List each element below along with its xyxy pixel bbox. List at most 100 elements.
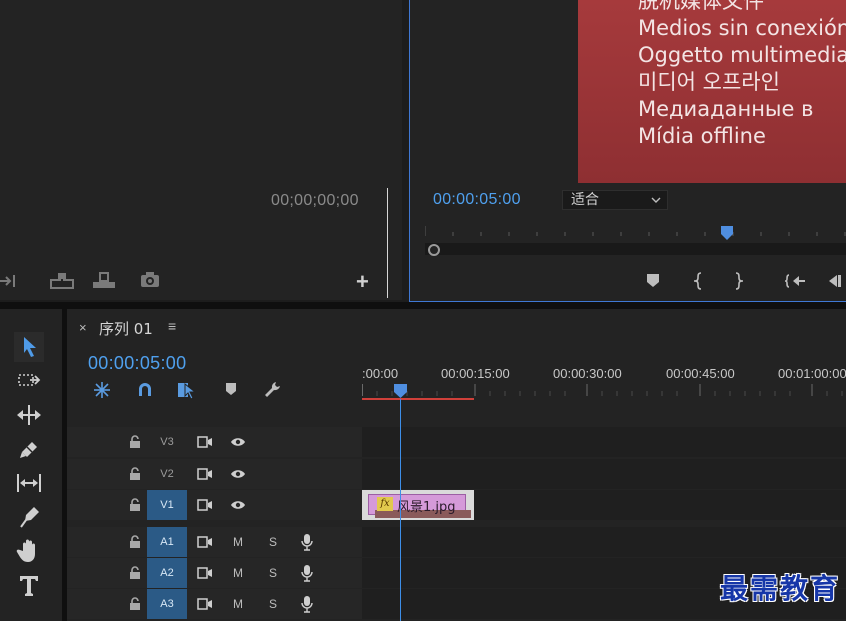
source-playhead-line bbox=[387, 188, 388, 298]
track-header-v1: V1 bbox=[67, 490, 362, 520]
offline-line: Medios sin conexión bbox=[638, 16, 846, 40]
ruler-label: :00:00 bbox=[362, 366, 399, 381]
sync-lock-icon[interactable] bbox=[197, 468, 213, 480]
track-header-v3: V3 bbox=[67, 427, 362, 457]
work-area-bar[interactable] bbox=[362, 398, 474, 400]
lock-icon[interactable] bbox=[129, 498, 141, 512]
mute-button[interactable]: M bbox=[233, 535, 243, 549]
add-marker-icon[interactable] bbox=[224, 380, 238, 398]
track-header-a2: A2 M S bbox=[67, 558, 362, 588]
program-video-frame: 脱机媒体文件 Medios sin conexión Oggetto multi… bbox=[578, 0, 846, 183]
hand-icon[interactable] bbox=[14, 536, 44, 566]
track-lane-a1[interactable] bbox=[362, 527, 846, 557]
solo-button[interactable]: S bbox=[269, 535, 277, 549]
step-back-icon[interactable] bbox=[828, 272, 846, 290]
tab-sequence[interactable]: 序列 01 bbox=[99, 318, 153, 339]
track-label: V3 bbox=[160, 436, 174, 448]
solo-button[interactable]: S bbox=[269, 597, 277, 611]
lock-icon[interactable] bbox=[129, 467, 141, 481]
clip-name: 风景1.jpg bbox=[397, 500, 456, 515]
mute-button[interactable]: M bbox=[233, 597, 243, 611]
timeline-clip[interactable]: fx 风景1.jpg bbox=[362, 490, 474, 520]
go-to-out-icon[interactable] bbox=[0, 271, 18, 291]
mark-out-icon[interactable] bbox=[733, 272, 745, 290]
program-playhead-icon[interactable] bbox=[720, 225, 734, 241]
ruler-label: 00:01:00:00 bbox=[778, 366, 846, 381]
selection-tool-icon[interactable] bbox=[14, 332, 44, 362]
offline-line: Mídia offline bbox=[638, 124, 766, 148]
lock-icon[interactable] bbox=[129, 435, 141, 449]
program-time-ruler[interactable] bbox=[425, 226, 846, 238]
eye-icon[interactable] bbox=[230, 500, 246, 510]
sync-lock-icon[interactable] bbox=[197, 436, 213, 448]
sync-lock-icon[interactable] bbox=[197, 499, 213, 511]
track-label: V2 bbox=[160, 468, 174, 480]
microphone-icon[interactable] bbox=[301, 564, 313, 582]
insert-icon[interactable] bbox=[50, 271, 74, 291]
wrench-settings-icon[interactable] bbox=[262, 380, 282, 400]
watermark-logo: 最需教育 bbox=[719, 572, 840, 605]
clip-body: fx 风景1.jpg bbox=[368, 494, 471, 518]
zoom-fit-value: 适合 bbox=[571, 192, 599, 208]
track-select-icon[interactable] bbox=[14, 367, 44, 397]
track-label: V1 bbox=[160, 499, 174, 511]
sync-lock-icon[interactable] bbox=[197, 536, 213, 548]
chevron-down-icon bbox=[651, 196, 661, 204]
microphone-icon[interactable] bbox=[301, 595, 313, 613]
close-icon[interactable]: × bbox=[79, 320, 87, 335]
solo-button[interactable]: S bbox=[269, 566, 277, 580]
eye-icon[interactable] bbox=[230, 469, 246, 479]
source-timecode[interactable]: 00;00;00;00 bbox=[271, 192, 359, 210]
nest-sequence-icon[interactable] bbox=[92, 380, 112, 400]
sync-lock-icon[interactable] bbox=[197, 598, 213, 610]
track-label: A3 bbox=[160, 598, 174, 610]
program-timecode[interactable]: 00:00:05:00 bbox=[433, 191, 521, 209]
playhead-icon[interactable] bbox=[393, 383, 408, 399]
track-label: A1 bbox=[160, 536, 174, 548]
offline-line: Oggetto multimediale bbox=[638, 43, 846, 67]
export-frame-icon[interactable] bbox=[140, 271, 160, 289]
overwrite-icon[interactable] bbox=[92, 271, 116, 291]
playhead-line[interactable] bbox=[400, 399, 401, 621]
track-lane-v2[interactable] bbox=[362, 459, 846, 489]
sequence-timecode[interactable]: 00:00:05:00 bbox=[88, 353, 186, 374]
add-marker-icon[interactable] bbox=[646, 272, 660, 288]
add-button[interactable]: + bbox=[356, 271, 369, 293]
ruler-label: 00:00:30:00 bbox=[553, 366, 622, 381]
go-to-in-icon[interactable] bbox=[784, 272, 806, 290]
timeline-ruler[interactable]: :00:00 00:00:15:00 00:00:30:00 00:00:45:… bbox=[362, 366, 846, 382]
track-header-strip bbox=[67, 402, 362, 426]
offline-media-text: 脱机媒体文件 Medios sin conexión Oggetto multi… bbox=[638, 0, 846, 150]
linked-selection-icon[interactable] bbox=[176, 380, 198, 400]
sync-lock-icon[interactable] bbox=[197, 567, 213, 579]
lock-icon[interactable] bbox=[129, 566, 141, 580]
ruler-label: 00:00:45:00 bbox=[666, 366, 735, 381]
panel-separator[interactable] bbox=[0, 302, 846, 309]
lock-icon[interactable] bbox=[129, 535, 141, 549]
ruler-ticks bbox=[362, 384, 846, 398]
mute-button[interactable]: M bbox=[233, 566, 243, 580]
track-header-v2: V2 bbox=[67, 459, 362, 489]
offline-line: Медиаданные в bbox=[638, 97, 814, 121]
ripple-edit-icon[interactable] bbox=[14, 400, 44, 430]
slip-icon[interactable] bbox=[14, 468, 44, 498]
fx-badge-icon: fx bbox=[377, 497, 393, 511]
snap-magnet-icon[interactable] bbox=[135, 380, 155, 400]
eye-icon[interactable] bbox=[230, 437, 246, 447]
offline-line: 미디어 오프라인 bbox=[638, 70, 780, 94]
scrollbar-handle[interactable] bbox=[428, 244, 440, 256]
track-lane-v3[interactable] bbox=[362, 427, 846, 457]
microphone-icon[interactable] bbox=[301, 533, 313, 551]
program-zoom-scrollbar[interactable] bbox=[425, 243, 846, 255]
track-label: A2 bbox=[160, 567, 174, 579]
panel-menu-icon[interactable]: ≡ bbox=[168, 318, 176, 334]
zoom-fit-select[interactable]: 适合 bbox=[562, 190, 668, 210]
track-header-a1: A1 M S bbox=[67, 527, 362, 557]
type-icon[interactable] bbox=[14, 570, 44, 600]
offline-line: 脱机媒体文件 bbox=[638, 0, 764, 13]
ruler-label: 00:00:15:00 bbox=[441, 366, 510, 381]
pen-icon[interactable] bbox=[14, 502, 44, 532]
lock-icon[interactable] bbox=[129, 597, 141, 611]
razor-icon[interactable] bbox=[14, 434, 44, 464]
mark-in-icon[interactable] bbox=[692, 272, 704, 290]
